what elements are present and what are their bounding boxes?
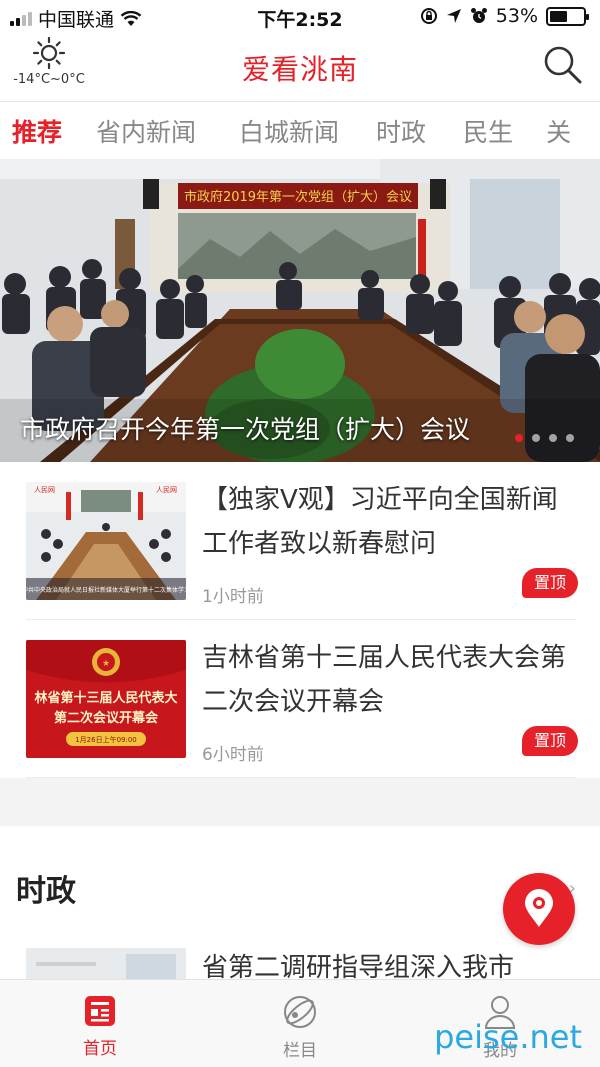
app-header: -14°C~0°C 爱看洮南 (0, 34, 600, 100)
rotation-lock-icon (420, 8, 437, 24)
tab-politics[interactable]: 时政 (376, 113, 426, 149)
search-button[interactable] (542, 44, 584, 90)
search-icon (544, 46, 582, 84)
carousel-dot[interactable] (549, 434, 557, 442)
tab-provincial-news[interactable]: 省内新闻 (96, 113, 196, 149)
svg-text:人民网: 人民网 (34, 486, 55, 494)
news-title: 【独家V观】习近平向全国新闻工作者致以新春慰问 (202, 485, 558, 559)
news-title: 吉林省第十三届人民代表大会第二次会议开幕会 (202, 643, 567, 717)
svg-text:人民网: 人民网 (156, 486, 177, 494)
banner-carousel[interactable]: 市政府2019年第一次党组（扩大）会议 市政府召开今年第一次党组（扩大）会议 (0, 159, 600, 462)
news-item[interactable]: ★ 林省第十三届人民代表大 第二次会议开幕会 1月26日上午09:00 吉林省第… (26, 620, 578, 778)
location-fab-button[interactable] (503, 873, 575, 945)
status-bar: 中国联通 下午2:52 53% (0, 0, 600, 34)
tab-recommend[interactable]: 推荐 (12, 113, 62, 149)
news-thumbnail: 人民网 人民网 中共中央政治局就人民日报社新媒体大厦举行第十二次集体学习 (26, 482, 186, 600)
nav-columns-label: 栏目 (283, 1041, 317, 1061)
carousel-dot[interactable] (566, 434, 574, 442)
news-time: 1小时前 (202, 587, 264, 607)
alarm-icon (470, 8, 487, 23)
location-arrow-icon (446, 9, 461, 23)
thumbnail-caption: 中共中央政治局就人民日报社新媒体大厦举行第十二次集体学习 (26, 586, 186, 594)
category-tabs: 推荐 省内新闻 白城新闻 时政 民生 关 (0, 101, 600, 159)
thumbnail-line-1: 林省第十三届人民代表大 (34, 690, 177, 706)
news-time: 6小时前 (202, 745, 264, 765)
news-icon (85, 996, 115, 1026)
carousel-indicators (515, 434, 574, 442)
nav-home-label: 首页 (83, 1039, 117, 1059)
carousel-dot-active[interactable] (515, 434, 523, 442)
nav-columns[interactable]: 栏目 (200, 980, 400, 1067)
section-divider (0, 778, 600, 826)
battery-percent: 53% (495, 5, 538, 27)
battery-icon (546, 6, 589, 26)
news-item[interactable]: 人民网 人民网 中共中央政治局就人民日报社新媒体大厦举行第十二次集体学习 【独家… (26, 462, 578, 620)
banner-caption: 市政府召开今年第一次党组（扩大）会议 (20, 415, 471, 444)
battery-fill (550, 10, 567, 22)
section-title: 时政 (16, 874, 76, 909)
tab-livelihood[interactable]: 民生 (463, 113, 513, 149)
location-pin-icon (525, 889, 553, 927)
watermark-text: peise.net (434, 1018, 582, 1056)
news-thumbnail: ★ 林省第十三届人民代表大 第二次会议开幕会 1月26日上午09:00 (26, 640, 186, 758)
thumbnail-line-2: 第二次会议开幕会 (54, 710, 159, 726)
pinned-badge: 置顶 (522, 726, 578, 756)
nav-home[interactable]: 首页 (0, 980, 200, 1067)
banner-backdrop-text: 市政府2019年第一次党组（扩大）会议 (184, 189, 412, 205)
app-title: 爱看洮南 (241, 53, 358, 86)
tab-baicheng-news[interactable]: 白城新闻 (239, 113, 339, 149)
svg-text:★: ★ (102, 659, 110, 669)
planet-icon (284, 996, 316, 1028)
status-right: 53% (420, 5, 589, 27)
tab-more-partial[interactable]: 关 (546, 113, 571, 149)
pinned-badge: 置顶 (522, 568, 578, 598)
thumbnail-date: 1月26日上午09:00 (75, 735, 137, 744)
carousel-dot[interactable] (532, 434, 540, 442)
